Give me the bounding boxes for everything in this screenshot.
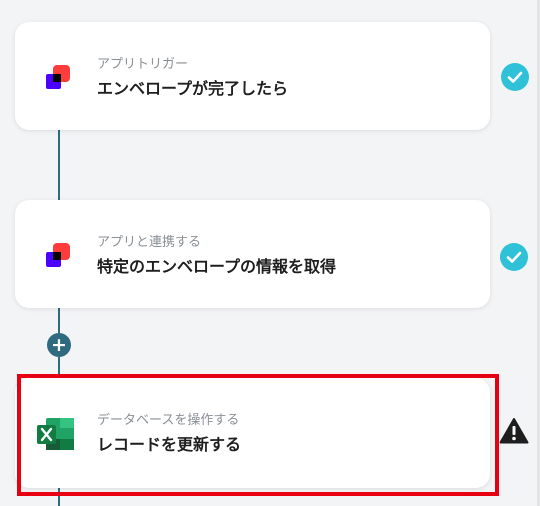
excel-icon [36, 416, 74, 450]
flow-step-card[interactable]: アプリと連携する 特定のエンベロープの情報を取得 [15, 200, 490, 308]
step-subtitle: アプリトリガー [97, 57, 189, 72]
flow-connector [58, 488, 60, 506]
docusign-icon [42, 60, 76, 94]
flow-connector [58, 130, 60, 202]
docusign-icon [42, 238, 76, 272]
flow-connector [58, 357, 60, 378]
step-title: エンベロープが完了したら [97, 79, 289, 98]
check-icon [499, 242, 529, 272]
step-subtitle: アプリと連携する [97, 235, 202, 250]
add-step-button[interactable]: + [47, 333, 71, 357]
flow-connector [58, 308, 60, 333]
step-title: 特定のエンベロープの情報を取得 [97, 257, 337, 276]
plus-icon: + [51, 334, 67, 356]
step-subtitle: データベースを操作する [97, 413, 240, 428]
step-title: レコードを更新する [97, 435, 242, 454]
check-icon [500, 62, 530, 92]
flow-step-card[interactable]: データベースを操作する レコードを更新する [15, 378, 490, 488]
warning-icon [499, 417, 529, 447]
flow-step-card[interactable]: アプリトリガー エンベロープが完了したら [15, 22, 490, 130]
